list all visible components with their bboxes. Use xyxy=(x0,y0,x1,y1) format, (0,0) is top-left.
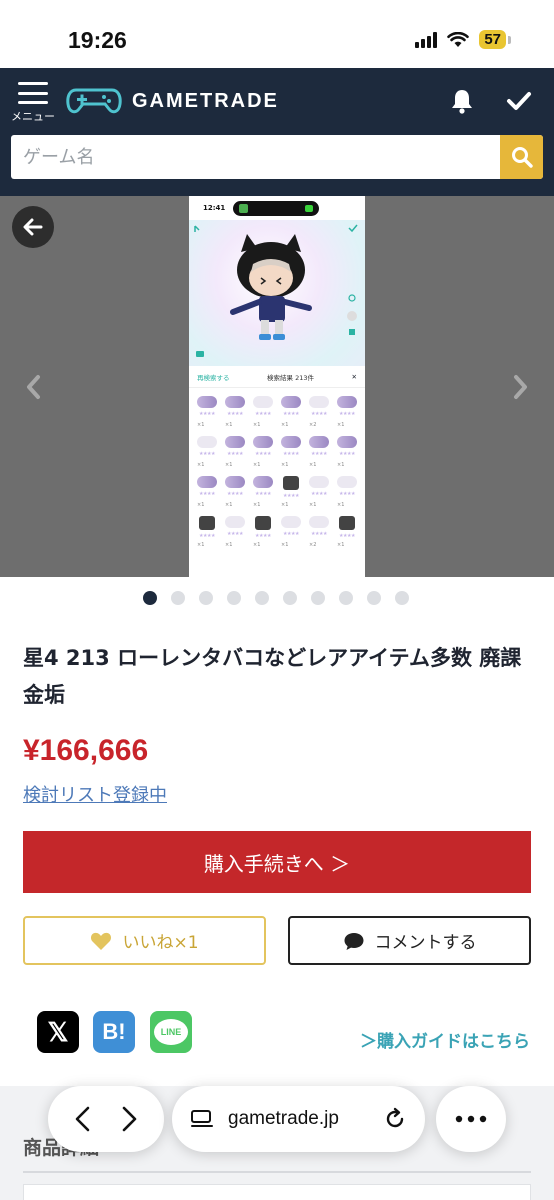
brand-name: GAMETRADE xyxy=(132,89,279,112)
search-icon xyxy=(511,147,533,168)
heart-icon xyxy=(91,932,112,950)
pagination-dot[interactable] xyxy=(199,591,213,605)
share-hatena-button[interactable]: B! xyxy=(93,1011,135,1053)
wifi-icon xyxy=(447,31,470,47)
details-box xyxy=(23,1184,531,1200)
menu-label: メニュー xyxy=(11,110,55,123)
share-x-button[interactable]: 𝕏 xyxy=(37,1011,79,1053)
battery-indicator: 57 xyxy=(479,30,511,49)
image-gallery[interactable]: 12:41 再検索する 検索結果 213件 ✕ ★★★★ ×1 ★★★★ ×1 … xyxy=(0,196,554,577)
purchase-guide-link[interactable]: ＞購入ガイドはこちら xyxy=(360,1027,530,1052)
status-time: 19:26 xyxy=(68,27,127,53)
screenshot-result-count: 検索結果 213件 xyxy=(267,373,315,382)
site-logo[interactable]: GAMETRADE xyxy=(66,86,279,116)
x-logo-icon: 𝕏 xyxy=(47,1016,69,1047)
pagination-dot[interactable] xyxy=(311,591,325,605)
product-image[interactable]: 12:41 再検索する 検索結果 213件 ✕ ★★★★ ×1 ★★★★ ×1 … xyxy=(189,196,365,577)
pagination-dot[interactable] xyxy=(143,591,157,605)
site-header: メニュー GAMETRADE xyxy=(0,68,554,196)
pagination-dot[interactable] xyxy=(283,591,297,605)
hatena-bookmark-icon: B! xyxy=(102,1019,126,1044)
menu-button[interactable]: メニュー xyxy=(10,82,56,124)
screenshot-item-list: 再検索する 検索結果 213件 ✕ ★★★★ ×1 ★★★★ ×1 ★★★★ ×1 ★… xyxy=(189,366,365,577)
speech-bubble-icon xyxy=(344,932,363,950)
screenshot-close-icon: ✕ xyxy=(351,372,357,381)
watchlist-link[interactable]: 検討リスト登録中 xyxy=(23,781,167,807)
screenshot-time: 12:41 xyxy=(203,204,226,212)
share-line-button[interactable]: LINE xyxy=(150,1011,192,1053)
browser-back-icon[interactable] xyxy=(73,1105,93,1133)
search-bar xyxy=(11,135,543,179)
browser-more-button[interactable] xyxy=(436,1086,506,1152)
check-icon[interactable] xyxy=(506,90,532,112)
pagination-dot[interactable] xyxy=(367,591,381,605)
pagination-dot[interactable] xyxy=(255,591,269,605)
divider xyxy=(23,1171,531,1173)
status-bar: 19:26 57 xyxy=(0,0,554,68)
avatar-character-image xyxy=(194,224,358,357)
browser-forward-icon[interactable] xyxy=(119,1105,139,1133)
gallery-prev-icon[interactable] xyxy=(24,374,44,400)
page-menu-icon[interactable] xyxy=(190,1109,214,1129)
browser-url: gametrade.jp xyxy=(228,1108,339,1129)
bell-icon[interactable] xyxy=(450,88,474,114)
comment-button[interactable]: コメントする xyxy=(288,916,531,965)
purchase-button[interactable]: 購入手続きへ ＞ xyxy=(23,831,531,893)
search-input[interactable] xyxy=(11,135,500,179)
browser-nav-pill xyxy=(48,1086,164,1152)
product-title: 星4 213 ローレンタバコなどレアアイテム多数 廃課金垢 xyxy=(23,646,522,707)
gallery-pagination xyxy=(143,591,409,605)
screenshot-status-bar: 12:41 xyxy=(189,196,365,220)
gallery-next-icon[interactable] xyxy=(510,374,530,400)
screenshot-item-grid: ★★★★ ×1 ★★★★ ×1 ★★★★ ×1 ★★★★ ×1 ★★★★ ×2 ★★★★ ×… xyxy=(189,388,365,554)
product-price: ¥166,666 xyxy=(23,734,149,767)
avatar-preview xyxy=(189,220,365,366)
pagination-dot[interactable] xyxy=(395,591,409,605)
status-icons: 57 xyxy=(415,30,511,49)
comment-label: コメントする xyxy=(374,933,477,953)
like-label: いいね×1 xyxy=(122,933,199,953)
arrow-left-icon xyxy=(23,218,43,236)
signal-icon xyxy=(415,31,438,48)
line-logo-icon: LINE xyxy=(154,1019,188,1045)
more-dots-icon xyxy=(455,1115,487,1123)
pagination-dot[interactable] xyxy=(339,591,353,605)
screenshot-research-label: 再検索する xyxy=(197,373,230,382)
back-button[interactable] xyxy=(12,206,54,248)
pagination-dot[interactable] xyxy=(227,591,241,605)
search-button[interactable] xyxy=(500,135,543,179)
gamepad-logo-icon xyxy=(66,88,122,114)
pagination-dot[interactable] xyxy=(171,591,185,605)
like-button[interactable]: いいね×1 xyxy=(23,916,266,965)
browser-address-bar[interactable]: gametrade.jp xyxy=(172,1086,425,1152)
hamburger-icon xyxy=(18,82,48,104)
reload-icon[interactable] xyxy=(383,1107,407,1131)
